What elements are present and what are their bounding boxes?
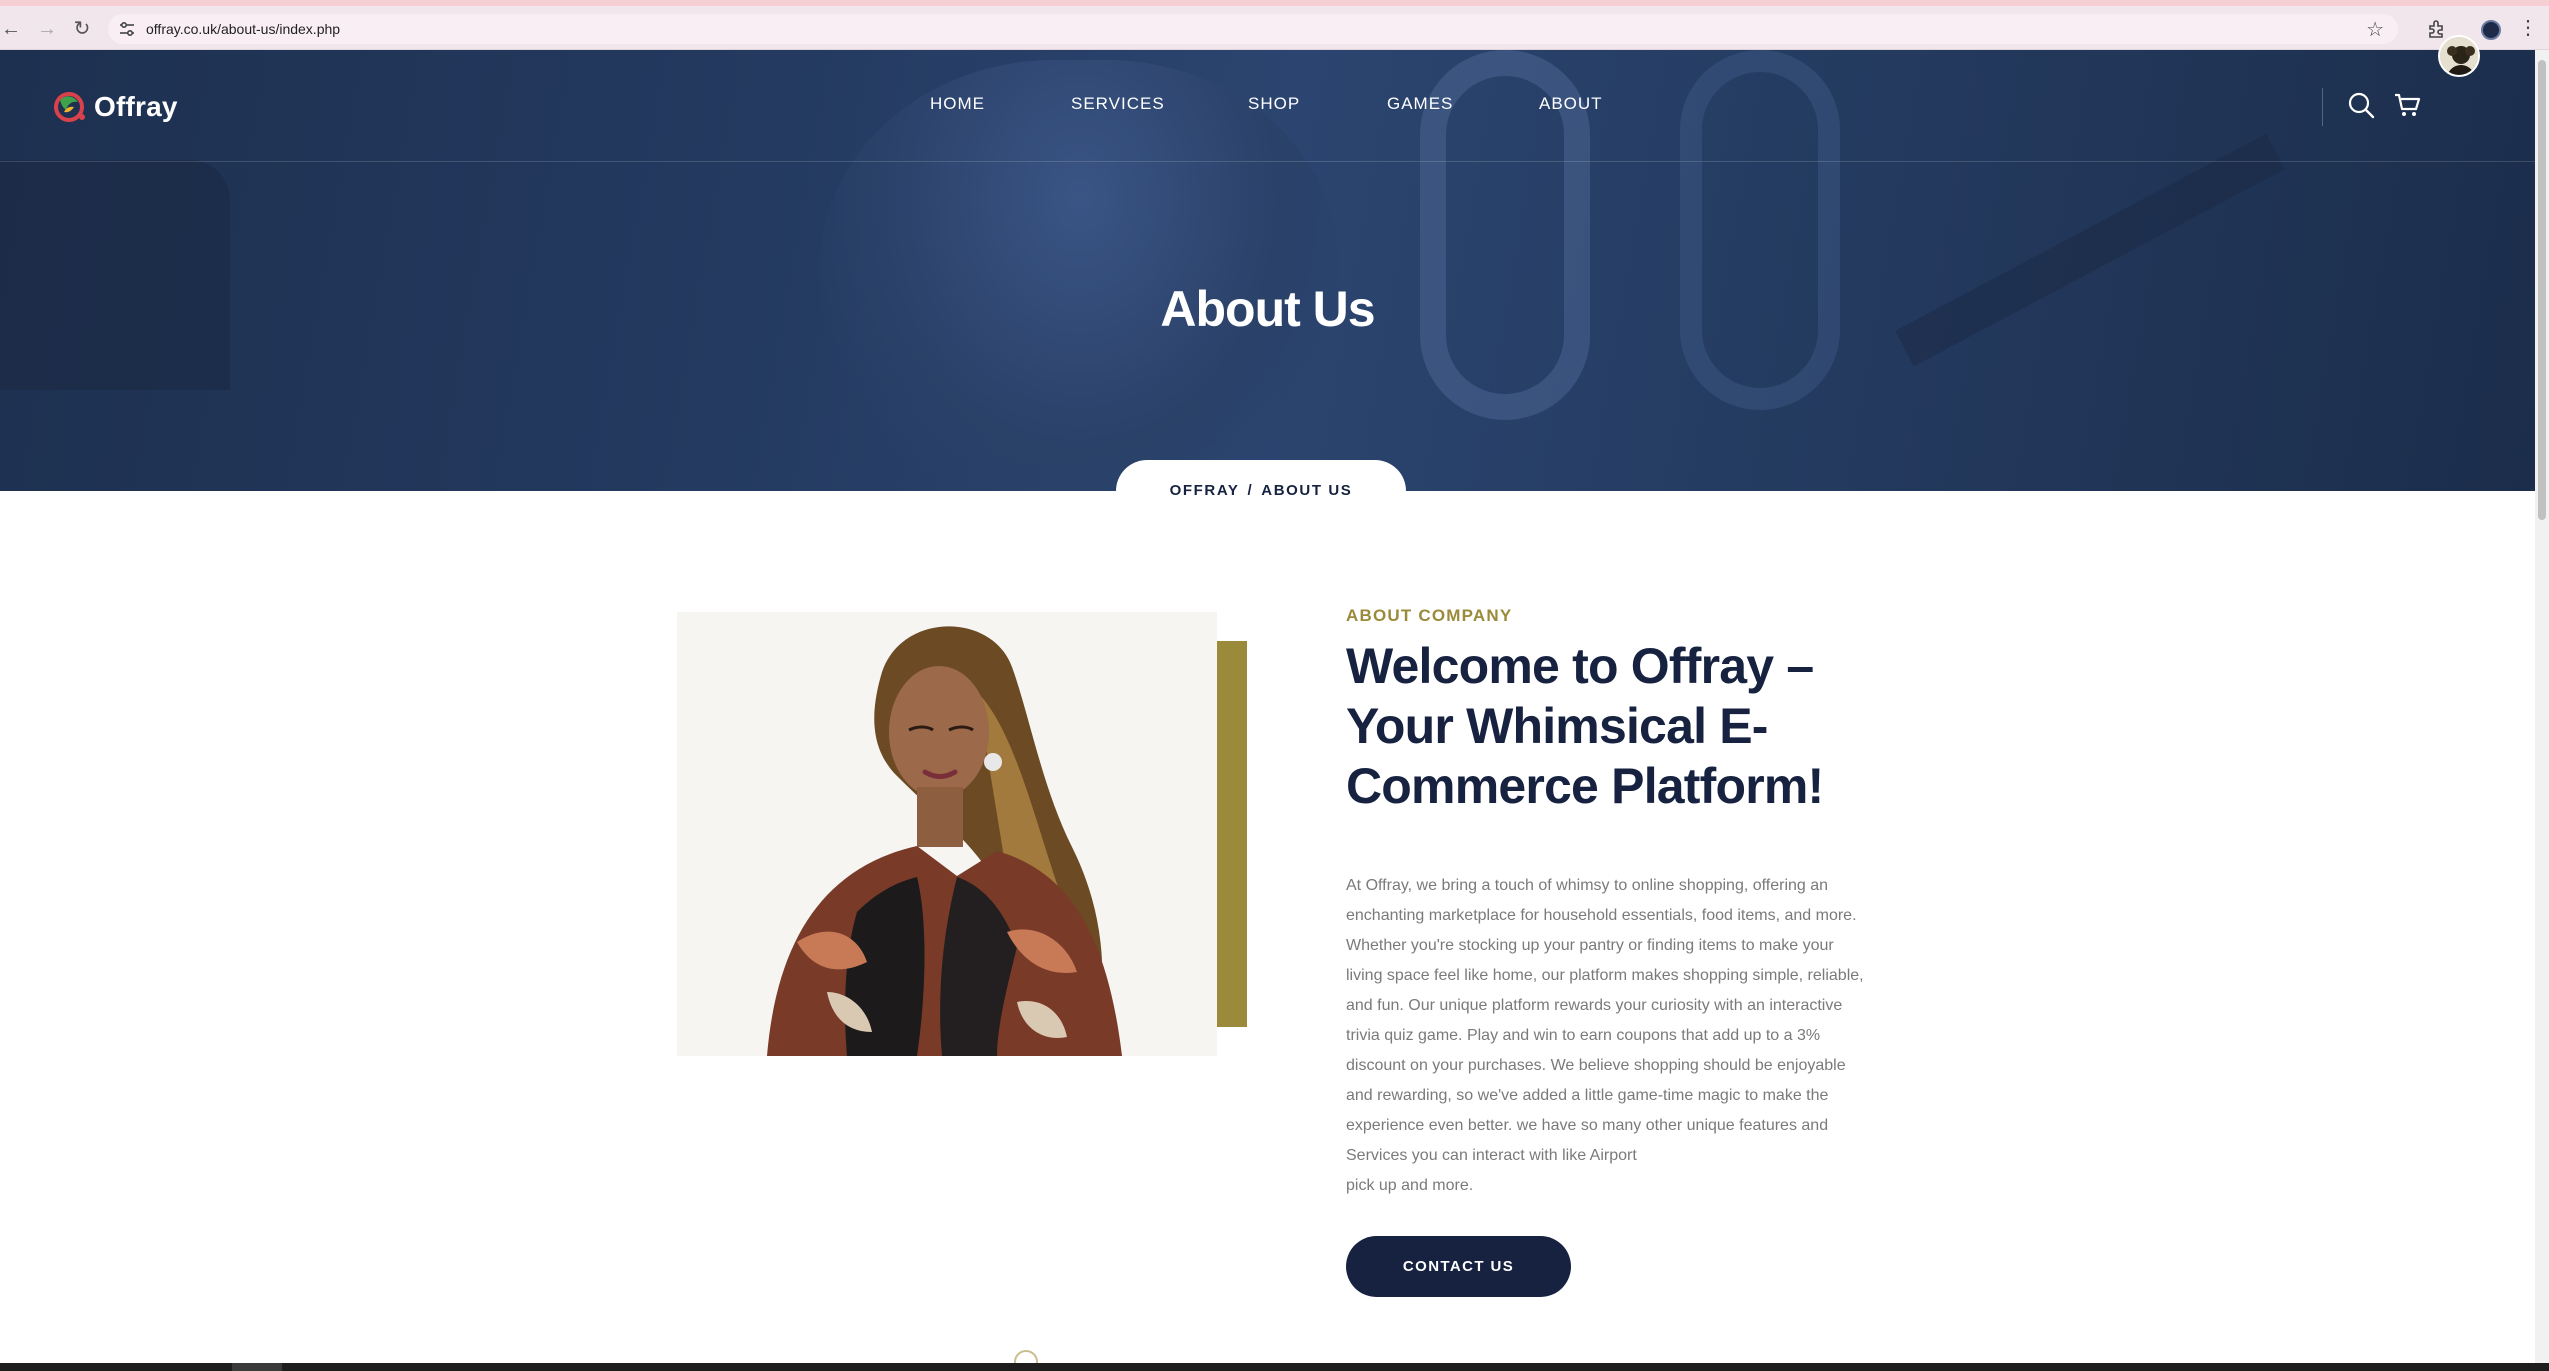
taskbar-item[interactable]	[232, 1363, 282, 1371]
bookmark-star-icon[interactable]: ☆	[2366, 17, 2384, 42]
main-navigation: HOME SERVICES SHOP GAMES ABOUT	[0, 94, 2535, 118]
nav-services[interactable]: SERVICES	[1071, 94, 1165, 114]
address-bar[interactable]: offray.co.uk/about-us/index.php ☆	[108, 14, 2398, 44]
nav-games[interactable]: GAMES	[1387, 94, 1453, 114]
breadcrumb-home[interactable]: OFFRAY	[1170, 482, 1240, 499]
extensions-icon[interactable]	[2426, 19, 2446, 39]
nav-home[interactable]: HOME	[930, 94, 985, 114]
contact-us-button[interactable]: CONTACT US	[1346, 1236, 1571, 1297]
user-avatar[interactable]	[2438, 35, 2480, 77]
nav-about[interactable]: ABOUT	[1539, 94, 1603, 114]
decorative-gold-bar	[1217, 641, 1247, 1027]
browser-toolbar: ← → ↻ offray.co.uk/about-us/index.php ☆ …	[0, 6, 2549, 50]
profile-icon[interactable]	[2481, 20, 2501, 40]
about-description: At Offray, we bring a touch of whimsy to…	[1346, 871, 1866, 1201]
reload-icon[interactable]: ↻	[71, 18, 93, 40]
hero-background-seat	[0, 160, 230, 390]
about-description-body: At Offray, we bring a touch of whimsy to…	[1346, 877, 1864, 1164]
about-photo	[677, 612, 1217, 1056]
os-taskbar	[0, 1363, 2549, 1371]
site-header: Offray HOME SERVICES SHOP GAMES ABOUT	[0, 50, 2535, 162]
woman-portrait-image	[677, 612, 1217, 1056]
nav-shop[interactable]: SHOP	[1248, 94, 1300, 114]
kebab-menu-icon[interactable]: ⋮	[2518, 16, 2538, 40]
page-title: About Us	[1160, 281, 1375, 337]
url-text[interactable]: offray.co.uk/about-us/index.php	[146, 21, 340, 37]
breadcrumb-current: ABOUT US	[1261, 482, 1353, 499]
section-eyebrow: ABOUT COMPANY	[1346, 606, 1513, 625]
header-divider	[2322, 88, 2323, 126]
section-heading: Welcome to Offray – Your Whimsical E-Com…	[1346, 638, 1824, 814]
cart-icon[interactable]	[2392, 90, 2422, 120]
breadcrumb-separator: /	[1247, 482, 1254, 499]
site-info-icon[interactable]	[118, 20, 136, 38]
about-description-tail: pick up and more.	[1346, 1177, 1474, 1194]
breadcrumb: OFFRAY / ABOUT US	[1116, 460, 1406, 522]
forward-arrow-icon[interactable]: →	[36, 18, 58, 40]
scrollbar-thumb[interactable]	[2538, 60, 2546, 520]
back-arrow-icon[interactable]: ←	[0, 18, 22, 40]
search-icon[interactable]	[2346, 90, 2376, 120]
